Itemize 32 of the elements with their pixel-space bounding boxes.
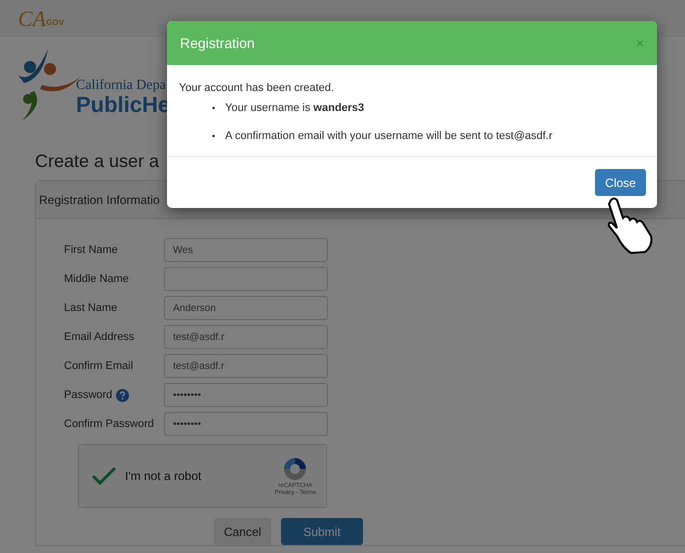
input-field[interactable]: Wes bbox=[164, 238, 328, 262]
public-health-wordmark: PublicHe bbox=[76, 94, 170, 116]
input-field[interactable]: test@asdf.r bbox=[164, 354, 328, 378]
input-field[interactable]: test@asdf.r bbox=[164, 325, 328, 349]
input-field[interactable] bbox=[164, 267, 328, 291]
panel-title: Registration Informatio bbox=[39, 192, 160, 206]
bullet-marker: • bbox=[212, 103, 216, 113]
field-label: Middle Name bbox=[64, 273, 129, 285]
field-label: Confirm Email bbox=[64, 360, 134, 372]
field-label: Confirm Password bbox=[64, 418, 154, 430]
close-button[interactable]: Close bbox=[595, 169, 646, 196]
help-icon[interactable] bbox=[116, 388, 130, 402]
page-title: Create a user a bbox=[35, 151, 160, 172]
field-label: Last Name bbox=[64, 302, 118, 314]
captcha-label: I'm not a robot bbox=[125, 469, 202, 483]
field-label: First Name bbox=[64, 244, 118, 256]
message-item: A confirmation email with your username will be sent to test@asdf.r bbox=[225, 130, 552, 142]
field-label: Password bbox=[64, 389, 112, 401]
confirmation-message: Your account has been created. bbox=[179, 82, 335, 94]
input-field[interactable]: •••••••• bbox=[164, 383, 328, 407]
cancel-button[interactable]: Cancel bbox=[214, 518, 271, 545]
input-field[interactable]: Anderson bbox=[164, 296, 328, 320]
checkmark-icon[interactable] bbox=[91, 465, 117, 487]
submit-button[interactable]: Submit bbox=[281, 518, 363, 545]
recaptcha-logo-icon bbox=[282, 456, 308, 482]
input-field[interactable]: •••••••• bbox=[164, 412, 328, 436]
dialog-title: Registration bbox=[180, 35, 255, 51]
department-name: California Depa bbox=[76, 78, 166, 94]
bullet-marker: • bbox=[212, 131, 216, 141]
field-label: Email Address bbox=[64, 331, 134, 343]
ca-gov-logo[interactable]: CAGOV bbox=[18, 8, 64, 30]
message-item: Your username is wanders3 bbox=[225, 102, 364, 114]
